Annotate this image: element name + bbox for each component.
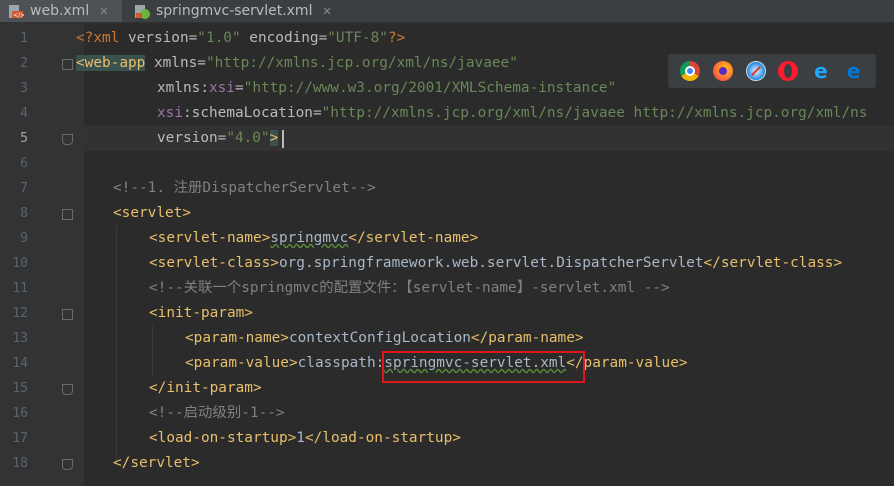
tab-label: web.xml [30,3,90,19]
code-line-3: xmlns:xsi="http://www.w3.org/2001/XMLSch… [157,80,617,96]
code-line-8: <servlet> [113,205,191,221]
tab-springmvc-servlet-xml[interactable]: springmvc-servlet.xml ✕ [126,0,346,22]
fold-marker[interactable] [62,309,73,320]
safari-icon[interactable] [745,61,766,81]
xml-file-icon: </> [8,3,25,19]
fold-end-marker[interactable] [62,459,73,470]
line-number: 18 [12,456,28,471]
line-number: 13 [12,331,28,346]
annotation-highlight-box [382,351,585,383]
spring-xml-file-icon [134,3,150,19]
line-number: 8 [20,206,28,221]
firefox-icon[interactable] [712,61,733,81]
editor-tab-bar: </> web.xml ✕ springmvc-servlet.xml ✕ [0,0,894,23]
line-number: 11 [12,281,28,296]
line-number: 9 [20,231,28,246]
line-number: 1 [20,31,28,46]
line-number-current: 5 [20,131,28,146]
svg-text:</>: </> [13,12,24,19]
code-line-2: <web-app xmlns="http://xmlns.jcp.org/xml… [76,55,518,71]
line-number: 6 [20,156,28,171]
line-number: 10 [12,256,28,271]
code-line-7: <!--1. 注册DispatcherServlet--> [113,180,376,196]
line-number: 4 [20,106,28,121]
code-line-16: <!--启动级别-1--> [149,405,285,421]
line-number: 16 [12,406,28,421]
fold-end-marker[interactable] [62,134,73,145]
fold-marker[interactable] [62,59,73,70]
edge-icon[interactable]: e [844,61,864,81]
chrome-icon[interactable] [680,61,701,81]
opera-icon[interactable] [778,61,799,81]
line-number: 15 [12,381,28,396]
tab-label: springmvc-servlet.xml [156,3,313,19]
line-number: 12 [12,306,28,321]
line-number: 14 [12,356,28,371]
fold-marker[interactable] [62,209,73,220]
line-number: 2 [20,56,28,71]
line-number: 7 [20,181,28,196]
code-line-18: </servlet> [113,455,200,471]
text-cursor [282,130,284,148]
code-line-11: <!--关联一个springmvc的配置文件：【servlet-name】-se… [149,280,670,296]
code-line-4: xsi:schemaLocation="http://xmlns.jcp.org… [157,105,868,121]
close-icon[interactable]: ✕ [322,5,331,18]
browser-preview-popup: e e [668,54,876,88]
code-line-13: <param-name>contextConfigLocation</param… [185,330,584,346]
code-line-15: </init-param> [149,380,262,396]
tab-web-xml[interactable]: </> web.xml ✕ [0,0,122,22]
line-number: 17 [12,431,28,446]
code-line-10: <servlet-class>org.springframework.web.s… [149,255,843,271]
code-line-12: <init-param> [149,305,253,321]
fold-end-marker[interactable] [62,384,73,395]
line-number: 3 [20,81,28,96]
code-line-9: <servlet-name>springmvc</servlet-name> [149,230,479,246]
ie-icon[interactable]: e [811,61,831,81]
close-icon[interactable]: ✕ [99,5,108,18]
code-line-17: <load-on-startup>1</load-on-startup> [149,430,461,446]
code-line-5: version="4.0"> [157,130,279,146]
code-line-1: <?xml version="1.0" encoding="UTF-8"?> [76,30,406,46]
